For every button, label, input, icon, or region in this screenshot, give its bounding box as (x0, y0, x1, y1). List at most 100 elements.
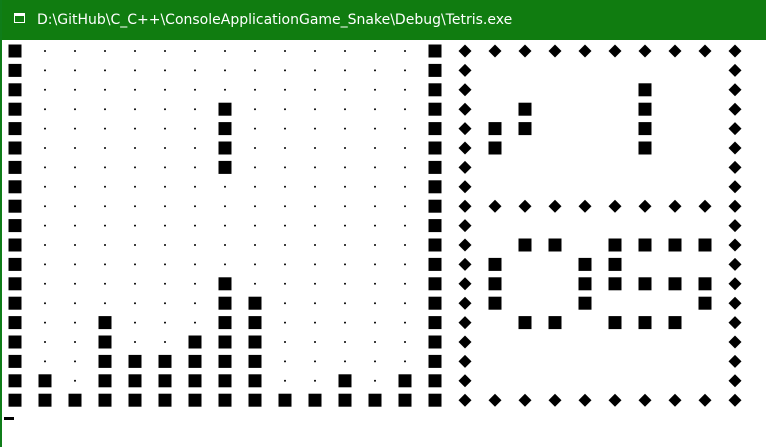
stacked-block (38, 374, 52, 388)
empty-cell-dot (74, 166, 76, 169)
empty-cell-dot (344, 341, 346, 343)
score-digit-block (668, 277, 682, 291)
right-wall-block (428, 160, 442, 174)
score-digit-block (698, 277, 712, 291)
right-wall-block (428, 335, 442, 349)
next-piece-block (518, 102, 532, 116)
empty-cell-dot (404, 244, 406, 246)
empty-cell-dot (164, 50, 166, 52)
stacked-block (218, 354, 232, 368)
right-wall-block (428, 374, 442, 388)
empty-cell-dot (164, 224, 166, 227)
right-wall-block (428, 296, 442, 310)
empty-cell-dot (344, 127, 346, 130)
empty-cell-dot (74, 379, 76, 382)
score-digit-block (608, 257, 622, 271)
empty-cell-dot (134, 127, 136, 130)
stacked-block (98, 316, 112, 330)
empty-cell-dot (194, 147, 196, 149)
next-piece-block (488, 122, 502, 136)
empty-cell-dot (194, 166, 196, 169)
empty-cell-dot (44, 244, 46, 246)
panel-border-diamond (578, 44, 592, 58)
score-digit-block (638, 238, 652, 252)
empty-cell-dot (134, 185, 136, 188)
empty-cell-dot (74, 185, 76, 188)
left-wall-block (8, 219, 22, 233)
score-digit-block (638, 316, 652, 330)
right-wall-block (428, 83, 442, 97)
empty-cell-dot (104, 302, 106, 305)
empty-cell-dot (284, 88, 286, 91)
right-wall-block (428, 393, 442, 407)
empty-cell-dot (344, 88, 346, 91)
empty-cell-dot (374, 69, 376, 72)
panel-border-diamond (458, 180, 472, 194)
empty-cell-dot (134, 341, 136, 343)
left-wall-block (8, 141, 22, 155)
empty-cell-dot (224, 69, 226, 72)
title-bar[interactable]: D:\GitHub\C_C++\ConsoleApplicationGame_S… (2, 0, 766, 40)
score-digit-block (638, 277, 652, 291)
panel-border-diamond (458, 316, 472, 330)
floor-block (308, 393, 322, 407)
empty-cell-dot (254, 50, 256, 52)
empty-cell-dot (404, 302, 406, 305)
empty-cell-dot (374, 263, 376, 266)
left-wall-block (8, 335, 22, 349)
empty-cell-dot (134, 205, 136, 208)
panel-border-diamond (728, 335, 742, 349)
panel-border-diamond (668, 199, 682, 213)
empty-cell-dot (374, 379, 376, 382)
empty-cell-dot (104, 185, 106, 188)
empty-cell-dot (74, 108, 76, 111)
console-app-icon[interactable] (14, 13, 25, 23)
empty-cell-dot (74, 360, 76, 363)
empty-cell-dot (74, 147, 76, 149)
empty-cell-dot (284, 127, 286, 130)
empty-cell-dot (254, 282, 256, 285)
right-wall-block (428, 44, 442, 58)
score-digit-block (488, 257, 502, 271)
panel-border-diamond (728, 102, 742, 116)
empty-cell-dot (284, 50, 286, 52)
score-digit-block (518, 316, 532, 330)
empty-cell-dot (74, 88, 76, 91)
stacked-block (248, 374, 262, 388)
panel-border-diamond (728, 354, 742, 368)
empty-cell-dot (344, 263, 346, 266)
empty-cell-dot (284, 263, 286, 266)
left-wall-block (8, 83, 22, 97)
empty-cell-dot (74, 127, 76, 130)
next-piece-block (638, 122, 652, 136)
panel-border-diamond (728, 83, 742, 97)
panel-border-diamond (578, 199, 592, 213)
stacked-block (248, 316, 262, 330)
empty-cell-dot (134, 166, 136, 169)
empty-cell-dot (404, 127, 406, 130)
left-wall-block (8, 63, 22, 77)
empty-cell-dot (44, 147, 46, 149)
empty-cell-dot (74, 263, 76, 266)
panel-border-diamond (638, 393, 652, 407)
empty-cell-dot (74, 302, 76, 305)
empty-cell-dot (344, 147, 346, 149)
panel-border-diamond (458, 141, 472, 155)
stacked-block (98, 335, 112, 349)
empty-cell-dot (344, 166, 346, 169)
empty-cell-dot (344, 224, 346, 227)
left-wall-block (8, 122, 22, 136)
right-wall-block (428, 122, 442, 136)
empty-cell-dot (224, 224, 226, 227)
empty-cell-dot (164, 147, 166, 149)
score-digit-block (668, 238, 682, 252)
stacked-block (338, 374, 352, 388)
panel-border-diamond (728, 316, 742, 330)
empty-cell-dot (164, 282, 166, 285)
empty-cell-dot (194, 321, 196, 324)
empty-cell-dot (284, 244, 286, 246)
empty-cell-dot (74, 244, 76, 246)
empty-cell-dot (44, 166, 46, 169)
next-piece-block (638, 83, 652, 97)
empty-cell-dot (374, 185, 376, 188)
